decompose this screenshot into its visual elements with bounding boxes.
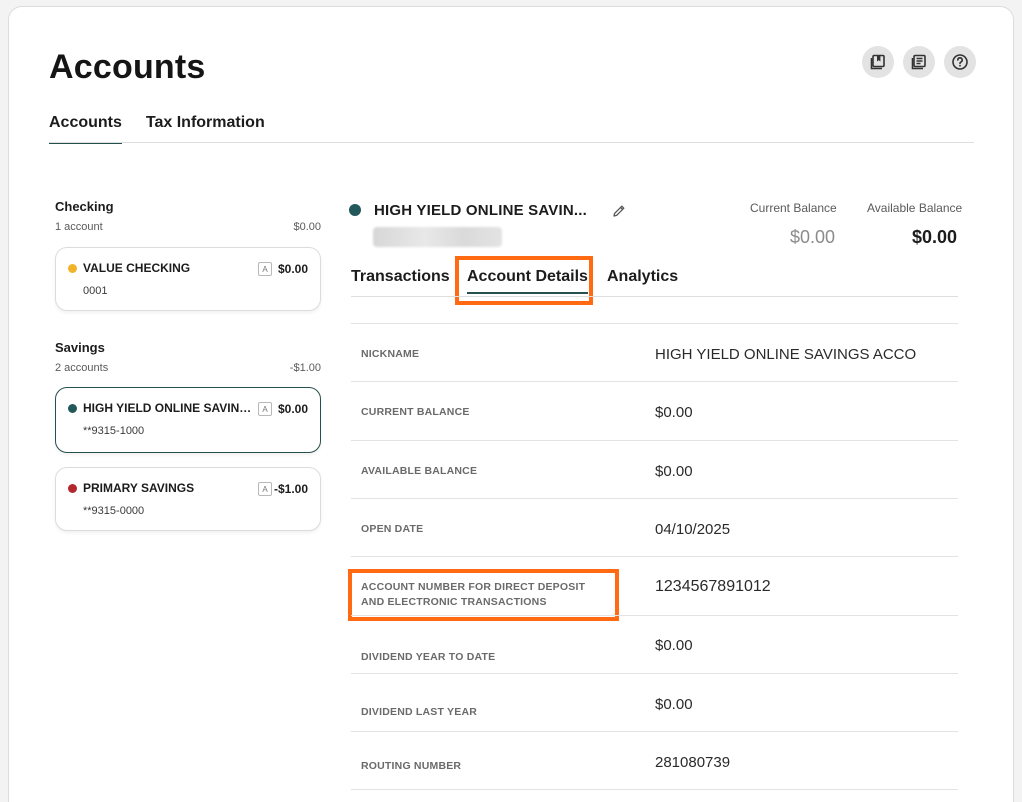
- account-card-value-checking[interactable]: VALUE CHECKING 0001 A $0.00: [55, 247, 321, 311]
- current-balance-label: Current Balance: [750, 201, 837, 215]
- detail-row-label: AVAILABLE BALANCE: [361, 465, 478, 477]
- detail-row-value: $0.00: [655, 637, 693, 654]
- account-card-primary-savings[interactable]: PRIMARY SAVINGS **9315-0000 A -$1.00: [55, 467, 321, 531]
- row-divider: [351, 673, 958, 674]
- masked-account-number: [373, 227, 502, 247]
- group-total: $0.00: [293, 221, 321, 233]
- row-divider: [351, 498, 958, 499]
- account-number: 0001: [83, 285, 108, 297]
- account-name: PRIMARY SAVINGS: [83, 481, 195, 495]
- detail-row-label: DIVIDEND YEAR TO DATE: [361, 651, 496, 663]
- current-balance-value: $0.00: [790, 227, 836, 247]
- available-balance-label: Available Balance: [867, 201, 963, 215]
- group-count: 2 accounts: [55, 362, 109, 374]
- row-divider: [351, 789, 958, 790]
- row-divider: [351, 381, 958, 382]
- list-icon[interactable]: [903, 46, 935, 78]
- detail-tabs-divider: [351, 296, 958, 297]
- detail-row-label: ROUTING NUMBER: [361, 760, 462, 772]
- account-number: **9315-1000: [83, 425, 145, 437]
- group-title-savings: Savings: [55, 340, 105, 355]
- detail-row-label: DIVIDEND LAST YEAR: [361, 706, 478, 718]
- group-title-checking: Checking: [55, 199, 114, 214]
- main-tabs-divider: [49, 142, 974, 143]
- account-badge: A: [258, 262, 272, 276]
- account-color-dot: [68, 484, 77, 493]
- row-divider: [351, 556, 958, 557]
- tab-analytics[interactable]: Analytics: [607, 268, 678, 286]
- account-balance: -$1.00: [273, 482, 308, 496]
- account-balance: $0.00: [277, 262, 308, 276]
- detail-row-value: $0.00: [655, 463, 693, 480]
- account-badge: A: [258, 402, 272, 416]
- detail-account-title: HIGH YIELD ONLINE SAVIN...: [374, 202, 588, 219]
- help-icon[interactable]: [944, 46, 976, 78]
- highlight-box-account-number-label: [348, 569, 619, 621]
- account-card-high-yield-savings[interactable]: HIGH YIELD ONLINE SAVINGS ACCOUNT **9315…: [55, 387, 321, 453]
- row-divider: [351, 440, 958, 441]
- available-balance-value: $0.00: [912, 227, 958, 247]
- detail-row-value: 1234567891012: [655, 578, 771, 595]
- bookmark-icon[interactable]: [862, 46, 894, 78]
- account-number: **9315-0000: [83, 505, 145, 517]
- account-balance: $0.00: [277, 402, 308, 416]
- detail-row-label: CURRENT BALANCE: [361, 406, 470, 418]
- account-badge: A: [258, 482, 272, 496]
- highlight-box-account-details-tab: [455, 256, 593, 305]
- account-name: VALUE CHECKING: [83, 261, 191, 275]
- tab-accounts[interactable]: Accounts: [49, 114, 122, 144]
- account-name: HIGH YIELD ONLINE SAVINGS ACCOUNT: [83, 401, 258, 415]
- row-divider: [351, 615, 958, 616]
- group-meta-checking: 1 account $0.00: [55, 221, 321, 233]
- page-title: Accounts: [49, 48, 206, 86]
- main-tabs: Accounts Tax Information: [49, 114, 265, 144]
- tab-tax-information[interactable]: Tax Information: [146, 114, 265, 144]
- group-meta-savings: 2 accounts -$1.00: [55, 362, 321, 374]
- detail-row-label: OPEN DATE: [361, 523, 424, 535]
- edit-pencil-icon[interactable]: [612, 204, 626, 218]
- group-total: -$1.00: [289, 362, 321, 374]
- account-color-dot: [68, 404, 77, 413]
- detail-row-value: 281080739: [655, 754, 731, 771]
- detail-row-value: $0.00: [655, 696, 693, 713]
- row-divider: [351, 731, 958, 732]
- detail-row-label: NICKNAME: [361, 348, 420, 360]
- tab-transactions[interactable]: Transactions: [351, 268, 450, 286]
- detail-color-dot: [349, 204, 361, 216]
- top-icon-bar: [862, 46, 976, 78]
- detail-row-value: $0.00: [655, 404, 693, 421]
- detail-row-value: HIGH YIELD ONLINE SAVINGS ACCO: [655, 346, 917, 363]
- account-color-dot: [68, 264, 77, 273]
- row-divider: [351, 323, 958, 324]
- group-count: 1 account: [55, 221, 103, 233]
- detail-row-value: 04/10/2025: [655, 521, 731, 538]
